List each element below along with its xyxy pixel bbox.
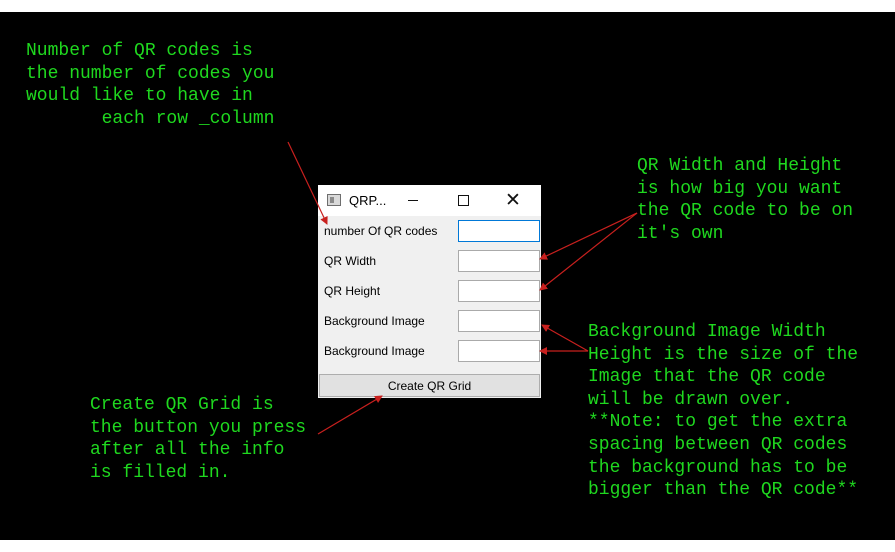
window-title: QRP... [349, 193, 387, 208]
minimize-button[interactable] [390, 185, 436, 216]
qr-height-input[interactable] [458, 280, 540, 302]
maximize-icon [457, 195, 469, 206]
background-height-label: Background Image [324, 344, 425, 358]
background-height-input[interactable] [458, 340, 540, 362]
qr-height-label: QR Height [324, 284, 381, 298]
create-qr-grid-button[interactable]: Create QR Grid [319, 374, 540, 397]
close-icon: ✕ [505, 189, 521, 211]
background-width-label: Background Image [324, 314, 425, 328]
create-button-annotation: Create QR Grid is the button you press a… [90, 395, 307, 483]
qr-width-input[interactable] [458, 250, 540, 272]
minimize-icon [408, 200, 418, 201]
background-size-annotation: Background Image Width Height is the siz… [588, 322, 859, 501]
qr-count-label: number Of QR codes [324, 224, 438, 238]
close-button[interactable]: ✕ [490, 185, 536, 216]
background-width-input[interactable] [458, 310, 540, 332]
qr-count-input[interactable] [458, 220, 540, 242]
qr-grid-window: QRP... ✕ number Of QR codes QR Width QR … [318, 185, 541, 398]
qr-count-annotation: Number of QR codes is the number of code… [26, 41, 275, 129]
qr-size-annotation: QR Width and Height is how big you want … [637, 156, 854, 244]
maximize-button[interactable] [440, 185, 486, 216]
qr-width-label: QR Width [324, 254, 377, 268]
app-window-icon [327, 194, 341, 206]
title-bar[interactable]: QRP... ✕ [318, 185, 541, 216]
